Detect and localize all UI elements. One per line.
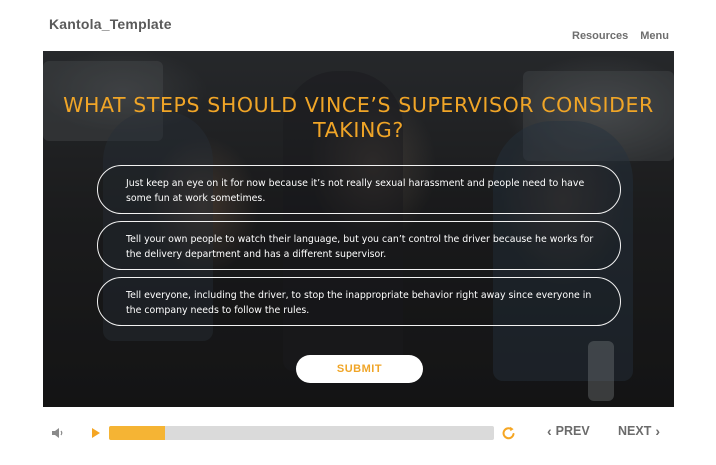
answer-option-2[interactable]: Tell your own people to watch their lang… [97, 221, 621, 270]
progress-bar[interactable] [109, 426, 494, 440]
chevron-left-icon: ‹ [547, 423, 552, 439]
progress-fill [109, 426, 165, 440]
play-icon[interactable] [90, 426, 102, 440]
menu-link[interactable]: Menu [640, 30, 669, 42]
answer-options: Just keep an eye on it for now because i… [97, 165, 621, 333]
next-label: NEXT [618, 424, 652, 438]
photo-bottle [588, 341, 614, 401]
player-frame: Kantola_Template Resources Menu WHAT STE… [0, 0, 716, 465]
speaker-icon[interactable] [51, 426, 65, 440]
answer-option-text: Tell your own people to watch their lang… [126, 234, 594, 260]
slide-stage: WHAT STEPS SHOULD VINCE’S SUPERVISOR CON… [43, 51, 674, 407]
answer-option-3[interactable]: Tell everyone, including the driver, to … [97, 277, 621, 326]
resources-link[interactable]: Resources [572, 30, 628, 42]
next-button[interactable]: NEXT › [618, 423, 660, 439]
question-heading: WHAT STEPS SHOULD VINCE’S SUPERVISOR CON… [63, 93, 654, 142]
answer-option-text: Just keep an eye on it for now because i… [126, 178, 585, 204]
prev-label: PREV [555, 424, 590, 438]
replay-icon[interactable] [501, 425, 517, 441]
chevron-right-icon: › [655, 423, 661, 439]
answer-option-text: Tell everyone, including the driver, to … [126, 290, 592, 316]
answer-option-1[interactable]: Just keep an eye on it for now because i… [97, 165, 621, 214]
submit-button[interactable]: SUBMIT [296, 355, 423, 383]
course-title: Kantola_Template [49, 16, 172, 32]
playback-bar: ‹ PREV NEXT › [43, 418, 674, 448]
prev-button[interactable]: ‹ PREV [547, 423, 590, 439]
top-nav: Resources Menu [572, 30, 669, 42]
